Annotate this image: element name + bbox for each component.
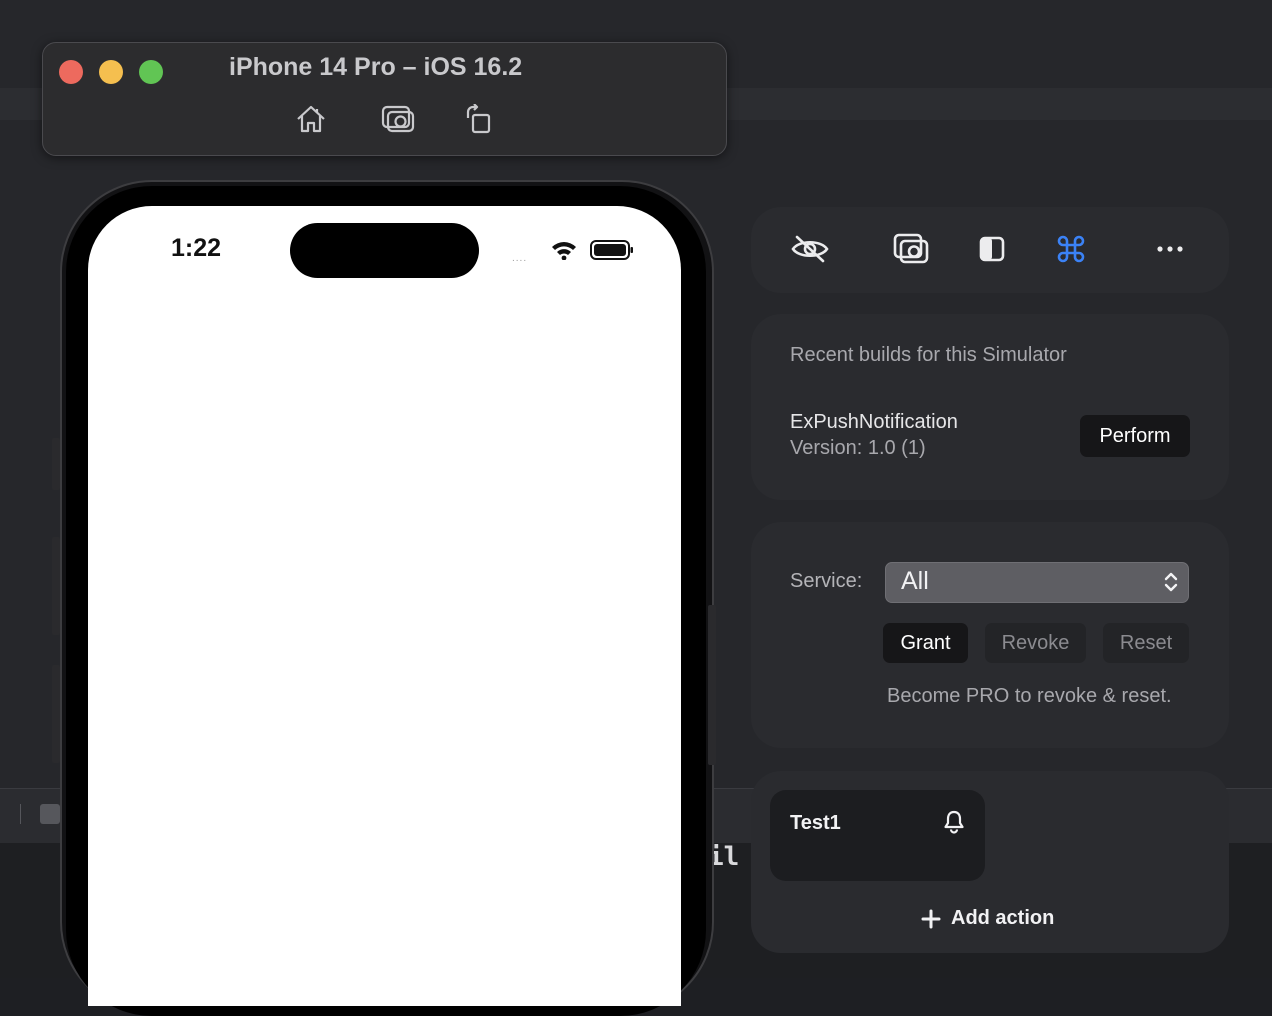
action-button [52,438,60,490]
recent-builds-heading: Recent builds for this Simulator [790,344,1067,366]
build-app-name: ExPushNotification [790,411,958,433]
rotate-icon [466,104,491,134]
action-name: Test1 [790,812,841,834]
rotate-button[interactable] [460,101,496,137]
home-icon [297,105,325,133]
cellular-signal-icon: .... [512,253,528,264]
close-window-button[interactable] [59,60,83,84]
add-action-label: Add action [951,907,1055,929]
bell-icon [944,810,964,834]
editor-separator [20,804,21,824]
more-icon [1157,246,1183,252]
perform-button[interactable]: Perform [1080,415,1190,457]
build-version: Version: 1.0 (1) [790,437,926,459]
hide-icon [791,235,829,263]
notification-actions-panel: Test1 Add action [751,771,1229,953]
service-label: Service: [790,570,863,592]
more-button[interactable] [1150,229,1190,269]
chevron-up-down-icon [1164,572,1178,592]
battery-icon [590,240,633,260]
wifi-icon [552,242,576,260]
reset-button[interactable]: Reset [1103,623,1189,663]
screenshot-button[interactable] [380,101,416,137]
minimize-window-button[interactable] [99,60,123,84]
permissions-panel: Service: All Grant Revoke Reset Become P… [751,522,1229,748]
recent-builds-panel: Recent builds for this Simulator ExPushN… [751,314,1229,500]
dynamic-island [290,223,479,278]
simulator-title: iPhone 14 Pro – iOS 16.2 [229,53,523,81]
simulator-window-titlebar[interactable]: iPhone 14 Pro – iOS 16.2 [42,42,727,156]
editor-glyph-icon [40,804,60,824]
service-select-value: All [901,567,929,595]
home-button[interactable] [293,101,329,137]
revoke-button[interactable]: Revoke [985,623,1086,663]
plus-icon [921,909,941,928]
power-button [708,605,716,765]
pro-upgrade-note: Become PRO to revoke & reset. [887,685,1172,707]
screenshot-icon [381,105,415,133]
add-action-button[interactable]: Add action [921,907,1054,930]
volume-down-button [52,665,60,763]
simulator-toolbar-panel [751,207,1229,293]
volume-up-button [52,537,60,635]
screenshot-icon [893,233,929,264]
appearance-button[interactable] [972,229,1012,269]
action-card[interactable]: Test1 [770,790,985,881]
status-bar-time: 1:22 [171,234,222,262]
service-select[interactable]: All [885,562,1189,603]
zoom-window-button[interactable] [139,60,163,84]
command-button[interactable] [1051,229,1091,269]
hide-button[interactable] [790,229,830,269]
command-icon [1057,235,1085,263]
phone-screen[interactable]: 1:22 .... [88,206,681,1006]
toolbar-screenshot-button[interactable] [891,229,931,269]
appearance-icon [979,236,1005,262]
grant-button[interactable]: Grant [883,623,968,663]
